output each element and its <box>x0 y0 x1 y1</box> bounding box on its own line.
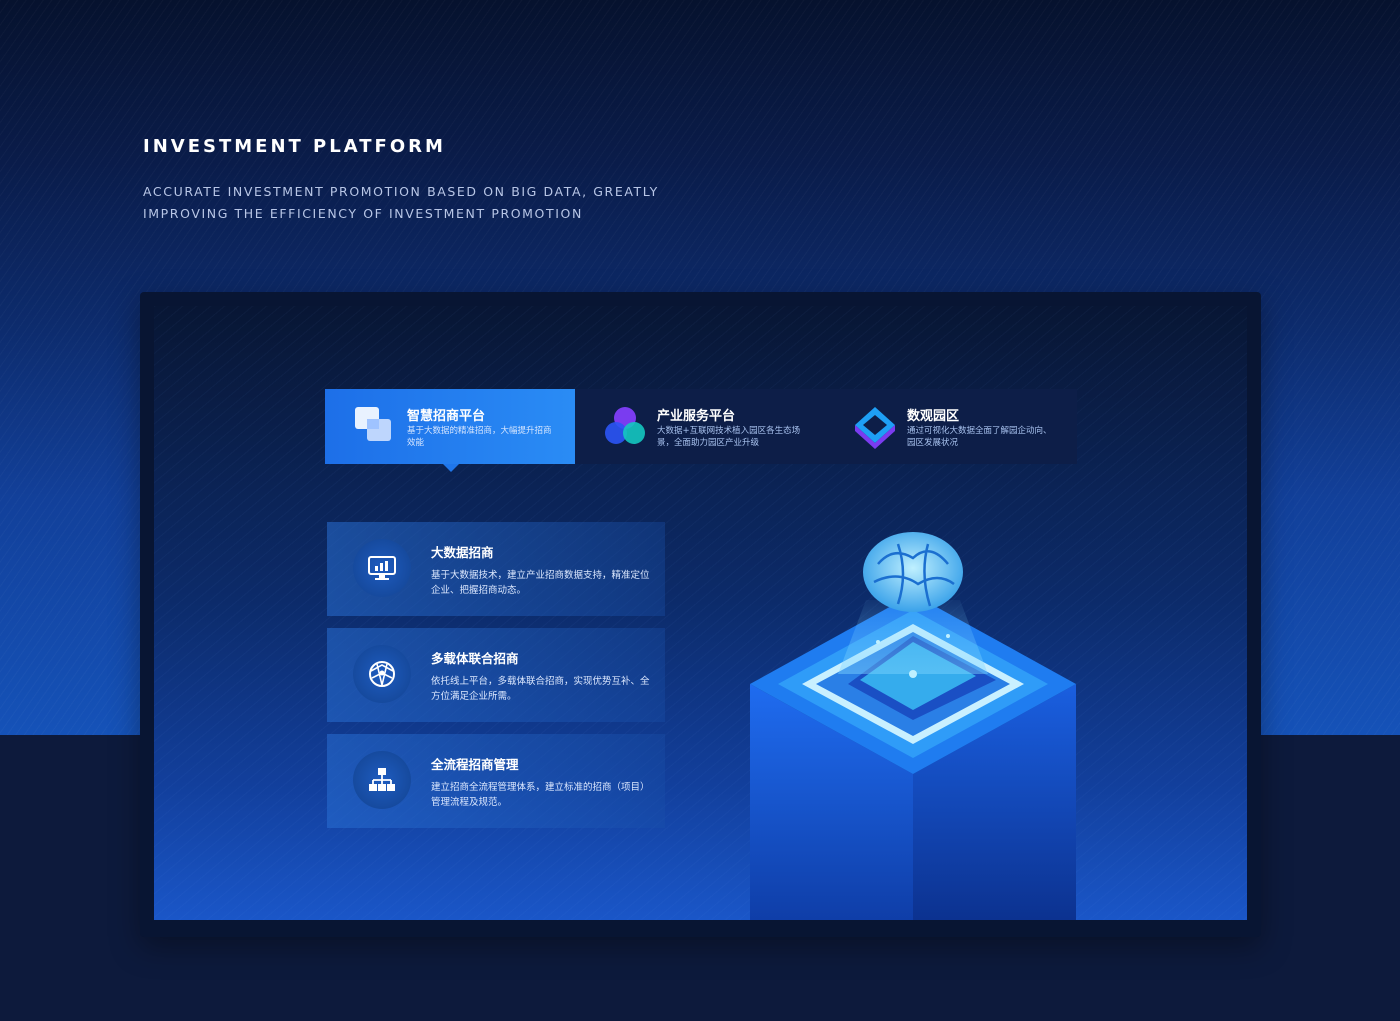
card-title: 多载体联合招商 <box>431 651 519 666</box>
page-subtitle: ACCURATE INVESTMENT PROMOTION BASED ON B… <box>143 184 659 221</box>
feature-card-full-process[interactable]: 全流程招商管理 建立招商全流程管理体系，建立标准的招商（项目）管理流程及规范。 <box>327 734 665 828</box>
app-screen: 智慧招商平台 基于大数据的精准招商，大幅提升招商效能 产业服务平台 大数据+互联… <box>154 306 1247 920</box>
card-desc: 依托线上平台，多载体联合招商，实现优势互补、全方位满足企业所需。 <box>431 676 650 702</box>
platform-tabs: 智慧招商平台 基于大数据的精准招商，大幅提升招商效能 产业服务平台 大数据+互联… <box>325 389 1077 472</box>
card-title: 全流程招商管理 <box>431 757 519 772</box>
tab-desc: 基于大数据的精准招商，大幅提升招商效能 <box>407 426 552 448</box>
tab-desc: 大数据+互联网技术植入园区各生态场景，全面助力园区产业升级 <box>657 426 801 448</box>
tab-title: 数观园区 <box>907 409 960 424</box>
monitor-chart-icon <box>353 539 411 597</box>
tab-smart-investment[interactable]: 智慧招商平台 基于大数据的精准招商，大幅提升招商效能 <box>325 389 575 472</box>
page-title: INVESTMENT PLATFORM <box>143 136 446 157</box>
feature-card-big-data[interactable]: 大数据招商 基于大数据技术，建立产业招商数据支持，精准定位企业、把握招商动态。 <box>327 522 665 616</box>
tab-title: 产业服务平台 <box>657 409 736 424</box>
tab-desc: 通过可视化大数据全面了解园企动向、园区发展状况 <box>907 426 1052 448</box>
three-circles-icon <box>603 405 647 449</box>
card-title: 大数据招商 <box>431 545 494 560</box>
feature-card-multi-carrier[interactable]: 多载体联合招商 依托线上平台，多载体联合招商，实现优势互补、全方位满足企业所需。 <box>327 628 665 722</box>
tab-title: 智慧招商平台 <box>407 409 486 424</box>
org-chart-icon <box>353 751 411 809</box>
card-desc: 建立招商全流程管理体系，建立标准的招商（项目）管理流程及规范。 <box>431 782 650 808</box>
card-desc: 基于大数据技术，建立产业招商数据支持，精准定位企业、把握招商动态。 <box>431 570 650 596</box>
diamond-layers-icon <box>853 405 897 449</box>
globe-network-icon <box>353 645 411 703</box>
stacked-cards-icon <box>353 405 397 449</box>
tab-data-park[interactable]: 数观园区 通过可视化大数据全面了解园企动向、园区发展状况 <box>825 389 1075 464</box>
tab-industry-service[interactable]: 产业服务平台 大数据+互联网技术植入园区各生态场景，全面助力园区产业升级 <box>575 389 825 464</box>
brain-chip-isometric-icon <box>750 532 1076 920</box>
